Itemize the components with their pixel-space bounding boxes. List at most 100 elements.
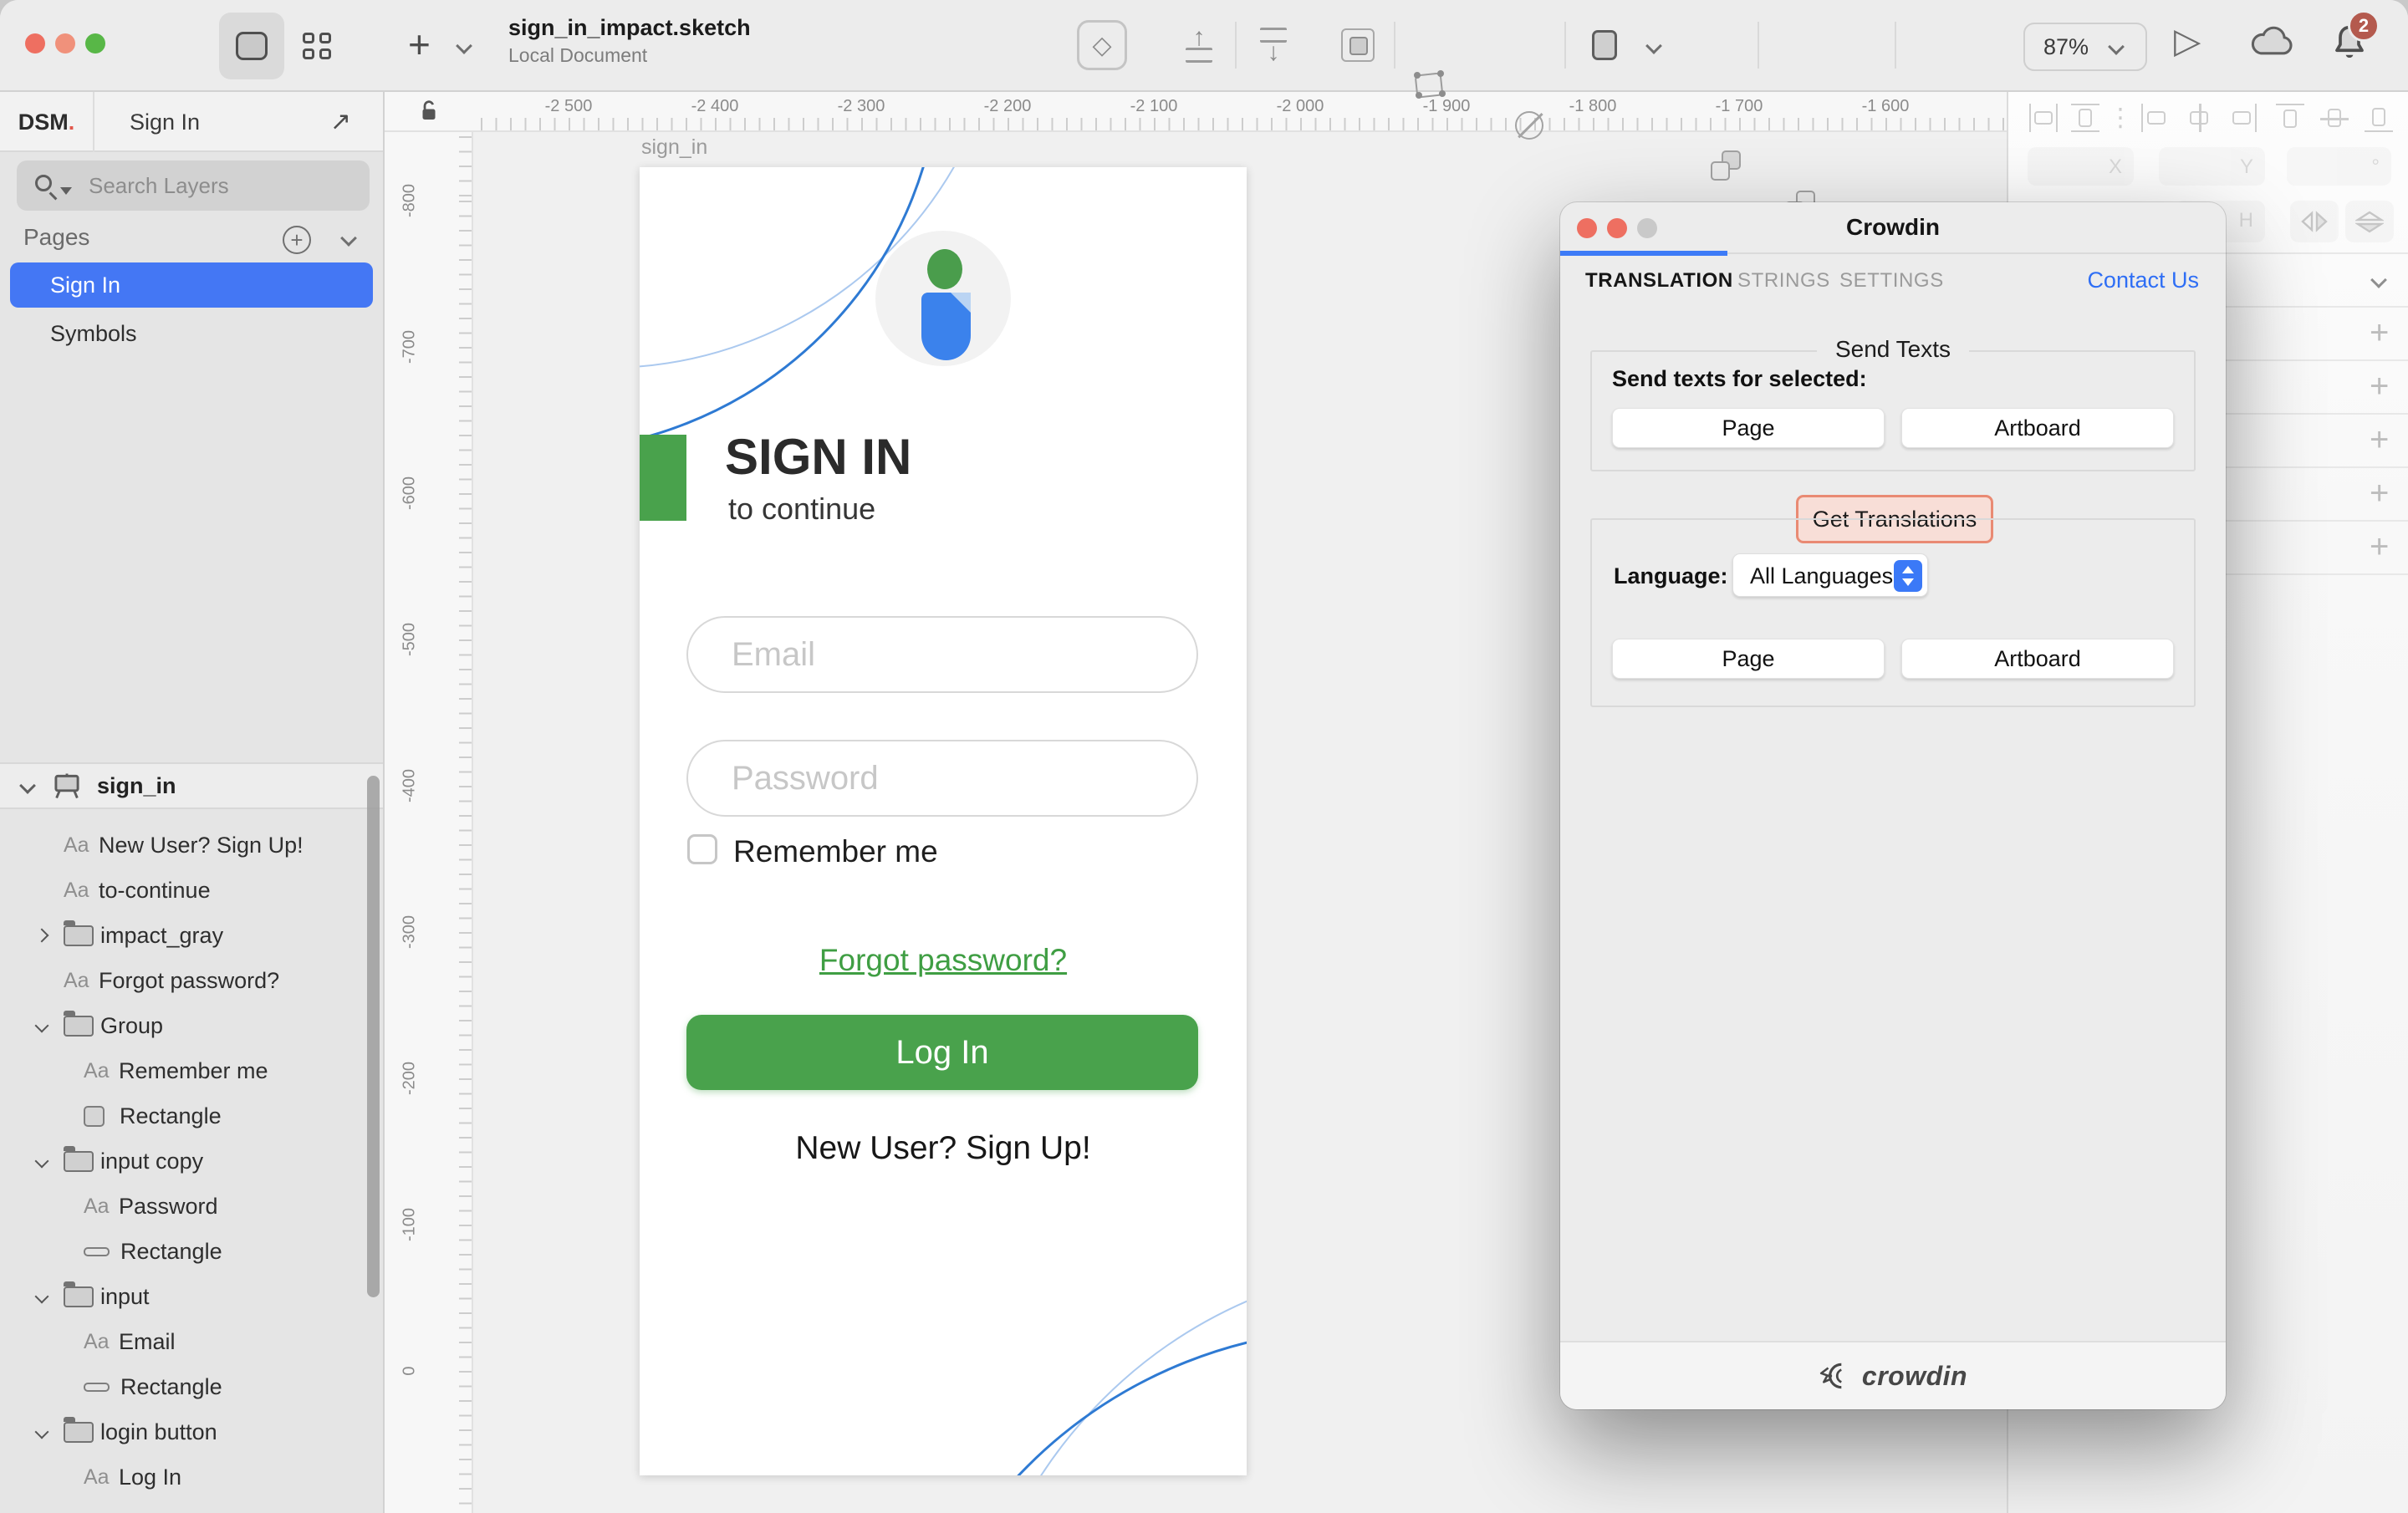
- chevron-down-icon[interactable]: [35, 1154, 49, 1169]
- tab-strings[interactable]: STRINGS: [1737, 269, 1830, 293]
- chevron-down-icon[interactable]: [19, 777, 36, 794]
- component-button[interactable]: ◇: [1077, 20, 1127, 70]
- send-artboard-button[interactable]: Artboard: [1901, 408, 2174, 448]
- folder-icon: [64, 925, 94, 946]
- logo-drop[interactable]: [921, 293, 971, 360]
- canvas-view-button[interactable]: [219, 13, 284, 79]
- layer-item-new-user-sign-up[interactable]: AaNew User? Sign Up!: [0, 823, 383, 868]
- create-symbol-icon[interactable]: [1706, 145, 1746, 186]
- toolbar-separator: [1235, 22, 1237, 69]
- layer-item-rectangle[interactable]: Rectangle: [0, 1229, 383, 1274]
- sidebar-scrollbar[interactable]: [367, 776, 380, 1297]
- ruler-label: -100: [400, 1208, 420, 1241]
- notification-badge: 2: [2348, 10, 2380, 42]
- move-forward-icon[interactable]: [1179, 25, 1219, 65]
- layer-label: New User? Sign Up!: [99, 833, 304, 858]
- grid-view-button[interactable]: [284, 13, 349, 79]
- dialog-footer: crowdin: [1560, 1341, 2226, 1409]
- artboard-sign-in[interactable]: SIGN IN to continue Email Password Remem…: [640, 167, 1247, 1475]
- text-layer-icon: Aa: [64, 969, 99, 993]
- remember-me-label[interactable]: Remember me: [733, 834, 938, 869]
- artboard-layer-header[interactable]: sign_in: [0, 762, 383, 809]
- artboard-view-icon: [236, 32, 268, 60]
- layer-item-login-button[interactable]: login button: [0, 1409, 383, 1454]
- text-layer-icon: Aa: [84, 1059, 119, 1083]
- layer-item-impact-gray[interactable]: impact_gray: [0, 913, 383, 958]
- get-page-button[interactable]: Page: [1612, 639, 1885, 679]
- rectangle-layer-icon: [84, 1383, 110, 1392]
- layer-label: Forgot password?: [99, 968, 279, 994]
- layer-item-rectangle[interactable]: Rectangle: [0, 1093, 383, 1139]
- page-item-symbols[interactable]: Symbols: [10, 311, 373, 356]
- layer-label: Rectangle: [120, 1374, 222, 1400]
- layer-label: Group: [100, 1013, 163, 1039]
- preview-button[interactable]: ▷: [2174, 20, 2201, 61]
- layer-item-email[interactable]: AaEmail: [0, 1319, 383, 1364]
- insert-button[interactable]: +: [408, 23, 431, 65]
- group-icon[interactable]: [1338, 25, 1378, 65]
- remember-me-checkbox[interactable]: [687, 834, 717, 864]
- language-dropdown[interactable]: All Languages: [1732, 553, 1928, 597]
- chevron-right-icon[interactable]: [35, 929, 49, 943]
- add-border-button[interactable]: +: [2370, 423, 2389, 456]
- to-continue-text[interactable]: to continue: [728, 492, 875, 527]
- vertical-ruler: -800-700-600-500-400-300-200-1000: [385, 132, 473, 1513]
- zoom-window-icon[interactable]: [85, 33, 105, 53]
- view-toggle: [219, 13, 349, 79]
- layer-item-password[interactable]: AaPassword: [0, 1184, 383, 1229]
- dropdown-stepper-icon[interactable]: [1894, 560, 1922, 592]
- get-artboard-button[interactable]: Artboard: [1901, 639, 2174, 679]
- move-backward-icon[interactable]: [1253, 25, 1293, 65]
- tab-settings[interactable]: SETTINGS: [1839, 269, 1944, 293]
- chevron-down-icon: [2108, 38, 2125, 55]
- email-field[interactable]: Email: [686, 616, 1198, 693]
- close-window-icon[interactable]: [25, 33, 45, 53]
- edit-shape-icon[interactable]: [1409, 65, 1449, 105]
- toolbar-separator: [1758, 22, 1759, 69]
- cloud-share-button[interactable]: [2249, 25, 2296, 63]
- resize-icon[interactable]: [1584, 25, 1625, 65]
- layer-item-to-continue[interactable]: Aato-continue: [0, 868, 383, 913]
- layer-label: Email: [119, 1329, 176, 1355]
- chevron-down-icon[interactable]: [35, 1019, 49, 1033]
- layer-item-input[interactable]: input: [0, 1274, 383, 1319]
- add-blur-button[interactable]: +: [2370, 530, 2389, 563]
- layer-item-input-copy[interactable]: input copy: [0, 1139, 383, 1184]
- layer-item-rectangle[interactable]: Rectangle: [0, 1364, 383, 1409]
- contact-us-link[interactable]: Contact Us: [2087, 267, 2199, 293]
- layer-label: input copy: [100, 1149, 203, 1174]
- zoom-value: 87%: [2043, 34, 2089, 60]
- add-style-button[interactable]: +: [2370, 316, 2389, 349]
- send-page-button[interactable]: Page: [1612, 408, 1885, 448]
- minimize-window-icon[interactable]: [55, 33, 75, 53]
- dialog-title: Crowdin: [1560, 214, 2226, 241]
- layer-item-group[interactable]: Group: [0, 1003, 383, 1048]
- log-in-button[interactable]: Log In: [686, 1015, 1198, 1090]
- document-info[interactable]: sign_in_impact.sketch Local Document: [508, 15, 751, 67]
- toolbar-separator: [1564, 22, 1566, 69]
- resize-chevron-icon[interactable]: [1645, 38, 1662, 54]
- artboard-icon: [52, 772, 82, 799]
- forgot-password-link[interactable]: Forgot password?: [640, 943, 1247, 978]
- password-field[interactable]: Password: [686, 740, 1198, 817]
- rotate-icon[interactable]: [1509, 105, 1549, 145]
- sign-up-link[interactable]: New User? Sign Up!: [640, 1130, 1247, 1167]
- layer-item-forgot-password[interactable]: AaForgot password?: [0, 958, 383, 1003]
- sign-in-heading[interactable]: SIGN IN: [725, 428, 911, 486]
- ruler-label: -400: [400, 769, 420, 802]
- layer-item-log-in[interactable]: AaLog In: [0, 1454, 383, 1500]
- impact-gray-rectangle[interactable]: [640, 435, 686, 521]
- add-fill-button[interactable]: +: [2370, 369, 2389, 403]
- ruler-label: -700: [400, 330, 420, 364]
- chevron-down-icon[interactable]: [35, 1290, 49, 1304]
- layer-label: Rectangle: [120, 1103, 222, 1129]
- layer-item-remember-me[interactable]: AaRemember me: [0, 1048, 383, 1093]
- add-shadow-button[interactable]: +: [2370, 476, 2389, 510]
- layer-label: input: [100, 1284, 150, 1310]
- layer-label: Remember me: [119, 1058, 268, 1084]
- zoom-select[interactable]: 87%: [2023, 23, 2147, 71]
- dialog-titlebar[interactable]: Crowdin: [1560, 202, 2226, 254]
- crowdin-wordmark: crowdin: [1862, 1361, 1967, 1392]
- chevron-down-icon[interactable]: [35, 1425, 49, 1439]
- tab-translation[interactable]: TRANSLATION: [1585, 269, 1733, 293]
